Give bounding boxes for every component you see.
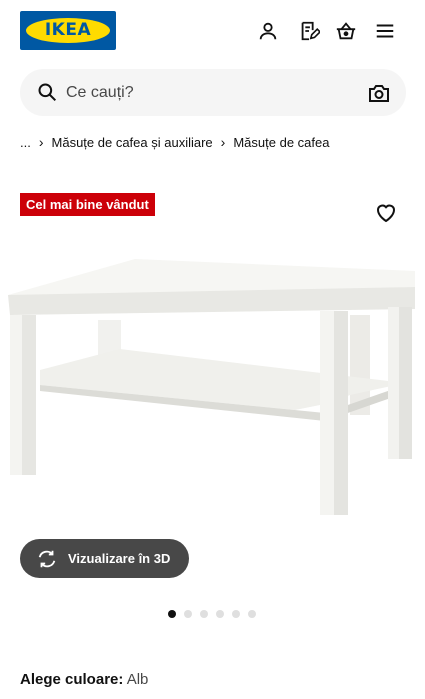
color-selector[interactable]: Alege culoare: Alb xyxy=(20,671,148,688)
carousel-dot-1[interactable] xyxy=(168,610,176,618)
product-image[interactable] xyxy=(0,245,425,535)
rotate-3d-icon xyxy=(38,550,56,567)
carousel-dots xyxy=(168,610,256,618)
heart-icon[interactable] xyxy=(374,201,398,225)
view-in-3d-button[interactable]: Vizualizare în 3D xyxy=(20,539,189,578)
ikea-logo[interactable]: IKEA xyxy=(20,11,116,50)
search-bar xyxy=(20,69,406,116)
top-header: IKEA xyxy=(0,0,425,62)
search-icon[interactable] xyxy=(37,82,57,102)
bestseller-badge: Cel mai bine vândut xyxy=(20,193,155,216)
search-input[interactable] xyxy=(66,69,356,116)
breadcrumb: ... › Măsuțe de cafea și auxiliare › Măs… xyxy=(20,132,329,152)
breadcrumb-item-coffee-tables[interactable]: Măsuțe de cafea xyxy=(233,135,329,150)
chevron-right-icon: › xyxy=(38,134,44,150)
logo-oval: IKEA xyxy=(26,18,110,43)
color-label: Alege culoare: xyxy=(20,671,124,688)
user-icon[interactable] xyxy=(256,19,280,43)
carousel-dot-3[interactable] xyxy=(200,610,208,618)
basket-icon[interactable] xyxy=(334,19,358,43)
shopping-list-icon[interactable] xyxy=(297,19,321,43)
color-value: Alb xyxy=(126,671,149,688)
carousel-dot-2[interactable] xyxy=(184,610,192,618)
carousel-dot-4[interactable] xyxy=(216,610,224,618)
logo-text: IKEA xyxy=(44,20,92,40)
camera-icon[interactable] xyxy=(367,81,391,105)
breadcrumb-ellipsis[interactable]: ... xyxy=(20,135,31,150)
view-in-3d-label: Vizualizare în 3D xyxy=(68,551,171,566)
carousel-dot-6[interactable] xyxy=(248,610,256,618)
carousel-dot-5[interactable] xyxy=(232,610,240,618)
menu-icon[interactable] xyxy=(373,19,397,43)
chevron-right-icon: › xyxy=(220,134,226,150)
breadcrumb-item-coffee-side-tables[interactable]: Măsuțe de cafea și auxiliare xyxy=(52,135,213,150)
